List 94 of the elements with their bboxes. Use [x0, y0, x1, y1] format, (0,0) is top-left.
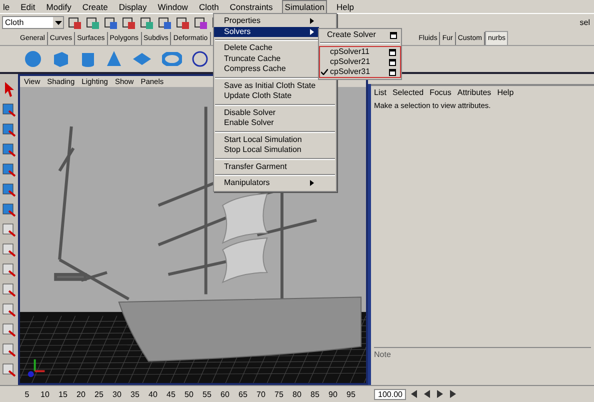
frame-number: 95 [346, 390, 356, 398]
menu-item[interactable]: Save as Initial Cloth State [214, 80, 319, 91]
menu-item[interactable]: Window [156, 0, 190, 12]
cone-icon[interactable] [106, 50, 122, 68]
tool-icon[interactable] [1, 122, 17, 138]
menu-item[interactable]: cpSolver11 [320, 47, 400, 57]
tool-icon[interactable] [1, 182, 17, 198]
option-box-icon[interactable] [389, 68, 396, 76]
menu-item[interactable]: le [1, 0, 12, 12]
menu-item[interactable]: Help [334, 0, 356, 12]
attribute-menu-item[interactable]: Focus [430, 88, 452, 96]
caret-icon [54, 20, 62, 24]
tool-icon[interactable] [1, 302, 17, 318]
tool-icon[interactable] [104, 16, 118, 30]
attribute-menu-item[interactable]: Selected [392, 88, 424, 96]
attribute-menu-item[interactable]: List [374, 88, 386, 96]
tool-icon[interactable] [1, 142, 17, 158]
menu-item[interactable]: Solvers [214, 26, 319, 37]
frame-number: 25 [94, 390, 104, 398]
frame-number: 90 [328, 390, 338, 398]
frame-number: 65 [238, 390, 248, 398]
tool-icon[interactable] [140, 16, 154, 30]
menu-item[interactable]: Truncate Cache [214, 54, 319, 64]
current-frame-field[interactable]: 100.00 [374, 388, 406, 400]
frame-number: 40 [148, 390, 158, 398]
option-box-icon[interactable] [389, 58, 396, 66]
frame-number: 70 [256, 390, 266, 398]
notes-label: Note [374, 350, 391, 359]
tool-icon[interactable] [158, 16, 172, 30]
menu-item[interactable]: Disable Solver [214, 108, 319, 118]
menu-item[interactable]: Create Solver [319, 30, 401, 40]
torus-icon[interactable] [162, 52, 182, 66]
menu-set-dropdown[interactable]: Cloth [2, 16, 64, 29]
plane-icon[interactable] [132, 52, 152, 66]
menu-item[interactable]: Properties [214, 16, 319, 26]
menu-item[interactable]: Simulation [282, 0, 328, 14]
cylinder-icon[interactable] [80, 50, 96, 68]
menu-item[interactable]: Create [80, 0, 110, 12]
frame-number: 50 [184, 390, 194, 398]
menu-item[interactable]: Display [116, 0, 149, 12]
frame-number: 75 [274, 390, 284, 398]
menu-item[interactable]: Transfer Garment [214, 162, 319, 172]
tool-icon[interactable] [1, 162, 17, 178]
playback-icon[interactable] [448, 389, 458, 399]
menu-item[interactable]: Delete Cache [214, 43, 319, 54]
playback-icon[interactable] [435, 389, 446, 399]
circle-icon[interactable] [192, 51, 208, 67]
menu-item[interactable]: cpSolver31 [320, 67, 400, 77]
menu-item[interactable]: Constraints [228, 0, 275, 12]
menu-item[interactable]: Enable Solver [214, 118, 319, 128]
menu-item[interactable]: cpSolver21 [320, 57, 400, 67]
tool-icon[interactable] [1, 282, 17, 298]
frame-number: 45 [166, 390, 176, 398]
frame-number: 35 [130, 390, 140, 398]
frame-number: 20 [76, 390, 86, 398]
sphere-icon[interactable] [24, 50, 42, 68]
cube-icon[interactable] [52, 50, 70, 68]
tool-icon[interactable] [1, 222, 17, 238]
menu-item[interactable]: Cloth [196, 0, 221, 12]
frame-number: 85 [310, 390, 320, 398]
frame-number: 80 [292, 390, 302, 398]
tool-icon[interactable] [1, 202, 17, 218]
tool-icon[interactable] [86, 16, 100, 30]
tool-icon[interactable] [68, 16, 82, 30]
menu-item[interactable]: Modify [44, 0, 74, 12]
tool-icon[interactable] [122, 16, 136, 30]
tool-icon[interactable] [1, 242, 17, 258]
playback-icon[interactable] [422, 389, 432, 399]
menu-item[interactable]: Manipulators [214, 178, 319, 188]
tool-icon[interactable] [176, 16, 190, 30]
menu-item[interactable]: Stop Local Simulation [214, 145, 319, 156]
frame-number: 60 [220, 390, 230, 398]
tool-icon[interactable] [194, 16, 208, 30]
tool-icon[interactable] [1, 262, 17, 278]
frame-number: 30 [112, 390, 122, 398]
frame-number: 5 [24, 390, 30, 398]
attribute-menu-item[interactable]: Attributes [457, 88, 492, 96]
menu-item[interactable]: Edit [18, 0, 38, 12]
option-box-icon[interactable] [389, 48, 396, 56]
menu-item[interactable]: Update Cloth State [214, 91, 319, 102]
axis-icon [28, 359, 45, 378]
playback-icon[interactable] [409, 389, 420, 399]
tool-icon[interactable] [1, 362, 17, 378]
menu-item[interactable]: Compress Cache [214, 64, 319, 74]
frame-number: 15 [58, 390, 68, 398]
option-box-icon[interactable] [390, 32, 397, 38]
frame-number: 10 [40, 390, 50, 398]
tool-icon[interactable] [1, 322, 17, 338]
frame-number: 55 [202, 390, 212, 398]
tool-icon[interactable] [1, 342, 17, 358]
menu-item[interactable]: Start Local Simulation [214, 134, 319, 145]
tool-icon[interactable] [1, 102, 17, 118]
selection-field[interactable]: sel [580, 18, 594, 27]
attribute-menu-item[interactable]: Help [497, 88, 514, 96]
